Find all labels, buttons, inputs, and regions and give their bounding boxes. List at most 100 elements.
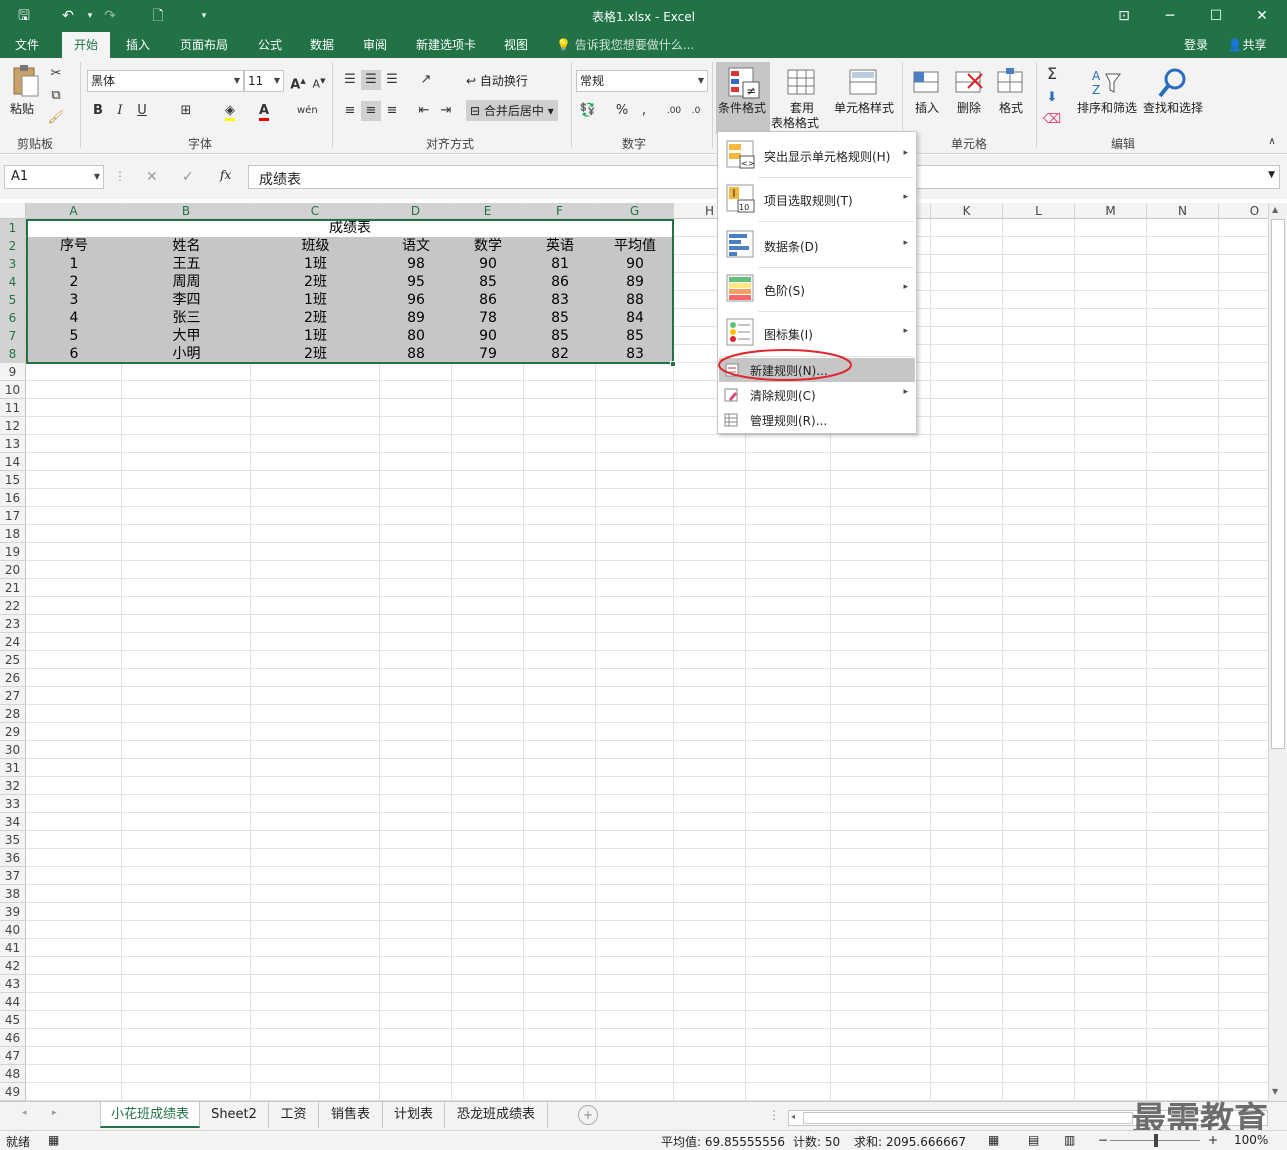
close-icon[interactable]: ✕ <box>1252 6 1272 26</box>
tab-split-icon[interactable]: ⋮ <box>768 1108 780 1122</box>
paste-icon[interactable] <box>8 64 42 98</box>
row-header[interactable]: 34 <box>0 813 26 831</box>
row-header[interactable]: 7 <box>0 327 26 345</box>
sheet-tab-6[interactable]: 恐龙班成绩表 <box>445 1102 548 1128</box>
page-break-view-icon[interactable]: ▥ <box>1064 1133 1075 1147</box>
row-header[interactable]: 14 <box>0 453 26 471</box>
decrease-font-icon[interactable]: A▼ <box>309 71 329 91</box>
column-header[interactable]: F <box>524 203 596 219</box>
increase-indent-icon[interactable]: ⇥ <box>436 101 456 121</box>
ribbon-display-icon[interactable]: ⊡ <box>1114 6 1134 26</box>
row-header[interactable]: 37 <box>0 867 26 885</box>
tab-review[interactable]: 审阅 <box>353 32 397 58</box>
cancel-entry-icon[interactable]: ✕ <box>146 169 158 185</box>
row-header[interactable]: 10 <box>0 381 26 399</box>
percent-button[interactable]: % <box>612 101 632 121</box>
row-header[interactable]: 3 <box>0 255 26 273</box>
delete-cells-icon[interactable] <box>952 66 986 100</box>
menu-item-data-bars[interactable]: 数据条(D) ▸ <box>718 224 916 266</box>
row-header[interactable]: 41 <box>0 939 26 957</box>
sheet-tab-2[interactable]: Sheet2 <box>200 1102 269 1128</box>
find-select-label[interactable]: 查找和选择 <box>1143 99 1203 116</box>
row-header[interactable]: 19 <box>0 543 26 561</box>
menu-item-color-scales[interactable]: 色阶(S) ▸ <box>718 268 916 310</box>
row-header[interactable]: 12 <box>0 417 26 435</box>
login-link[interactable]: 登录 <box>1176 32 1216 58</box>
sheet-tab-5[interactable]: 计划表 <box>383 1102 445 1128</box>
tab-view[interactable]: 视图 <box>494 32 538 58</box>
format-label[interactable]: 格式 <box>999 99 1023 116</box>
maximize-icon[interactable]: ☐ <box>1206 6 1226 26</box>
vertical-scrollbar[interactable]: ▲ ▼ <box>1268 203 1287 1101</box>
cell-styles-icon[interactable] <box>848 66 882 100</box>
accounting-format-icon[interactable]: 💱 <box>578 101 598 121</box>
row-header[interactable]: 31 <box>0 759 26 777</box>
row-header[interactable]: 25 <box>0 651 26 669</box>
row-header[interactable]: 46 <box>0 1029 26 1047</box>
row-header[interactable]: 22 <box>0 597 26 615</box>
row-header[interactable]: 40 <box>0 921 26 939</box>
orientation-icon[interactable]: ↗ <box>416 70 436 90</box>
insert-label[interactable]: 插入 <box>915 99 939 116</box>
cut-icon[interactable]: ✂ <box>46 64 66 84</box>
scroll-left-icon[interactable]: ◂ <box>791 1112 795 1121</box>
number-format-combo[interactable]: 常规 ▼ <box>576 70 708 92</box>
row-header[interactable]: 1 <box>0 219 26 237</box>
border-icon[interactable]: ⊞ <box>176 101 196 121</box>
share-button[interactable]: 👤共享 <box>1222 32 1272 58</box>
menu-item-clear-rules[interactable]: 清除规则(C) ▸ <box>718 383 916 407</box>
zoom-slider-thumb[interactable] <box>1154 1134 1158 1147</box>
row-header[interactable]: 45 <box>0 1011 26 1029</box>
column-header[interactable]: A <box>26 203 122 219</box>
fill-color-icon[interactable]: ◈ <box>220 101 240 121</box>
tab-page-layout[interactable]: 页面布局 <box>170 32 238 58</box>
next-sheet-icon[interactable]: ▸ <box>52 1108 57 1118</box>
italic-button[interactable]: I <box>110 101 130 121</box>
column-header[interactable]: K <box>931 203 1003 219</box>
row-header[interactable]: 23 <box>0 615 26 633</box>
row-header[interactable]: 13 <box>0 435 26 453</box>
menu-item-top-bottom-rules[interactable]: 10 项目选取规则(T) ▸ <box>718 178 916 220</box>
paste-label[interactable]: 粘贴 <box>10 100 34 117</box>
fill-handle[interactable] <box>670 361 676 367</box>
row-header[interactable]: 2 <box>0 237 26 255</box>
align-right-icon[interactable]: ≡ <box>382 101 402 121</box>
row-header[interactable]: 27 <box>0 687 26 705</box>
column-header[interactable]: D <box>380 203 452 219</box>
merge-center-button[interactable]: ⊟ 合并后居中 ▾ <box>466 100 558 121</box>
row-header[interactable]: 15 <box>0 471 26 489</box>
insert-function-button[interactable]: fx <box>220 168 231 182</box>
font-name-combo[interactable]: 黑体 ▼ <box>87 70 244 92</box>
name-box[interactable]: A1 ▼ <box>4 165 104 189</box>
row-header[interactable]: 30 <box>0 741 26 759</box>
find-select-icon[interactable] <box>1157 66 1191 100</box>
prev-sheet-icon[interactable]: ◂ <box>22 1108 27 1118</box>
column-header[interactable]: M <box>1075 203 1147 219</box>
row-header[interactable]: 6 <box>0 309 26 327</box>
sort-filter-icon[interactable]: AZ <box>1090 66 1124 100</box>
add-sheet-icon[interactable]: + <box>578 1105 598 1125</box>
zoom-level[interactable]: 100% <box>1234 1133 1268 1147</box>
tab-file[interactable]: 文件 <box>4 32 50 58</box>
formula-bar-dots-icon[interactable]: ⋮ <box>114 169 126 183</box>
align-center-icon[interactable]: ≡ <box>361 101 381 121</box>
copy-icon[interactable]: ⧉ <box>46 86 66 106</box>
spreadsheet-grid[interactable]: ABCDEFGHIJKLMNO 123456789101112131415161… <box>0 203 1268 1101</box>
row-header[interactable]: 48 <box>0 1065 26 1083</box>
select-all-corner[interactable] <box>0 203 26 219</box>
row-header[interactable]: 24 <box>0 633 26 651</box>
tab-home[interactable]: 开始 <box>62 32 110 58</box>
expand-formula-icon[interactable]: ▼ <box>1268 170 1275 180</box>
row-header[interactable]: 49 <box>0 1083 26 1101</box>
insert-cells-icon[interactable] <box>910 66 944 100</box>
wrap-text-button[interactable]: ↩ 自动换行 <box>466 72 528 89</box>
row-header[interactable]: 18 <box>0 525 26 543</box>
align-top-icon[interactable]: ☰ <box>340 70 360 90</box>
row-header[interactable]: 43 <box>0 975 26 993</box>
tell-me-box[interactable]: 💡 告诉我您想要做什么... <box>556 32 706 58</box>
font-color-icon[interactable]: A <box>254 101 274 121</box>
align-left-icon[interactable]: ≡ <box>340 101 360 121</box>
increase-decimal-icon[interactable]: .00 <box>664 101 684 121</box>
sheet-tab-4[interactable]: 销售表 <box>319 1102 383 1128</box>
sheet-tab-3[interactable]: 工资 <box>269 1102 319 1128</box>
